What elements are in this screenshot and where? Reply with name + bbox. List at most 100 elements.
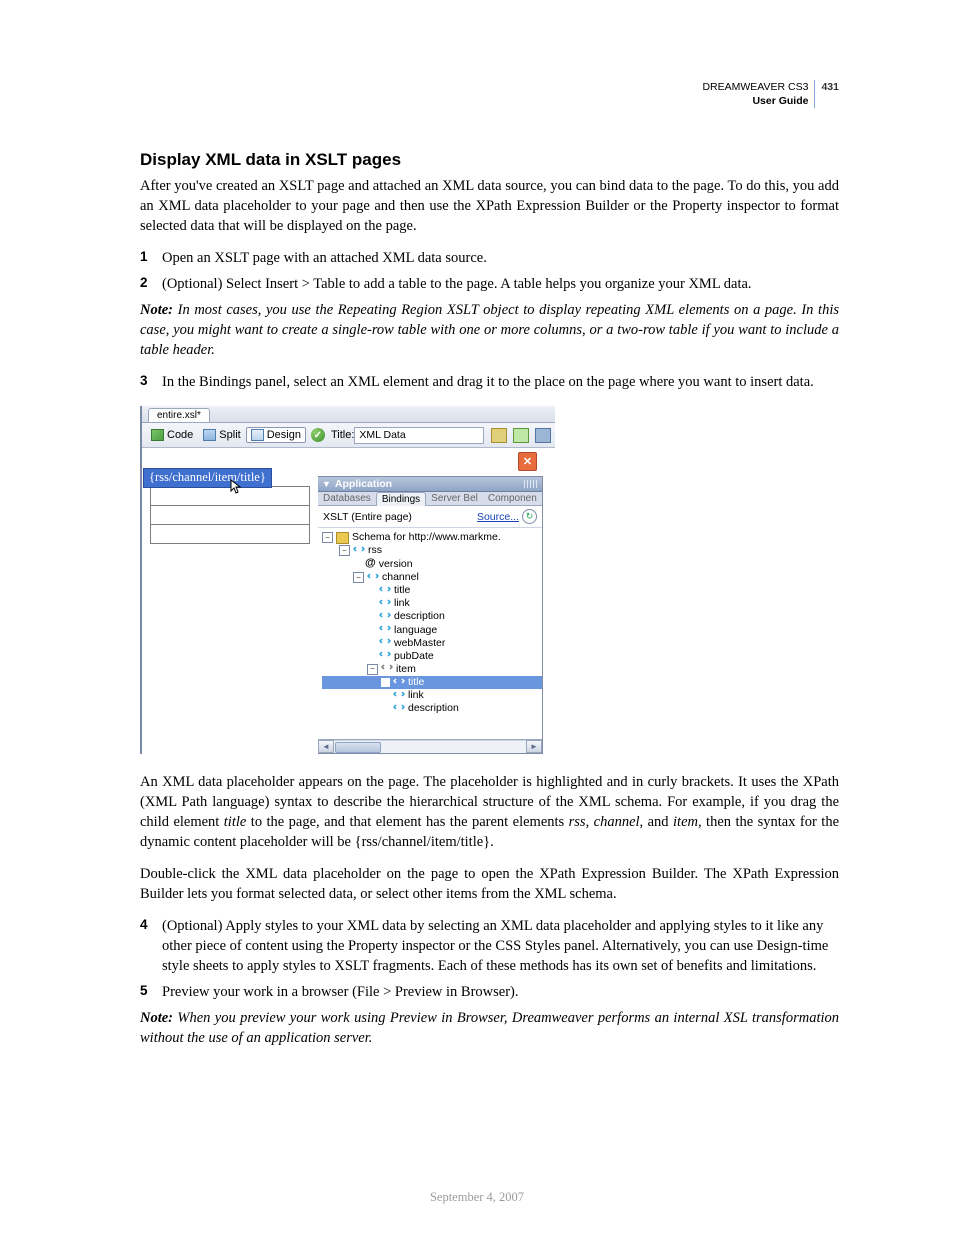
step-3: 3 In the Bindings panel, select an XML e…: [140, 372, 839, 392]
panel-scrollbar[interactable]: ◄ ►: [318, 739, 542, 753]
note-label: Note:: [140, 302, 173, 318]
tree-node-channel[interactable]: −channel: [322, 571, 542, 584]
step-number: 5: [140, 982, 152, 1002]
step-1: 1 Open an XSLT page with an attached XML…: [140, 248, 839, 268]
toolbar-icon[interactable]: [535, 428, 551, 443]
tree-node-link[interactable]: link: [322, 597, 542, 610]
step-body: Preview your work in a browser (File > P…: [162, 982, 839, 1002]
term-title: title: [224, 814, 247, 830]
tab-server-behaviors[interactable]: Server Bel: [426, 492, 483, 505]
schema-label: Schema for http://www.markme.: [352, 531, 501, 544]
note-2: Note: When you preview your work using P…: [140, 1008, 839, 1048]
note-label: Note:: [140, 1010, 173, 1026]
tree-node-language[interactable]: language: [322, 624, 542, 637]
tree-node-version[interactable]: @version: [322, 557, 542, 571]
tree-node-item-title[interactable]: title: [322, 676, 542, 689]
document-toolbar: Code Split Design ✓ Title: XML Data: [142, 423, 555, 448]
step-2: 2 (Optional) Select Insert > Table to ad…: [140, 274, 839, 294]
node-label: language: [394, 624, 437, 637]
element-icon: [367, 573, 379, 583]
header-separator: [814, 80, 815, 108]
intro-paragraph: After you've created an XSLT page and at…: [140, 176, 839, 236]
text-run: , and: [640, 814, 673, 830]
validate-icon[interactable]: ✓: [311, 428, 325, 442]
tree-node-description[interactable]: description: [322, 610, 542, 623]
collapse-icon: ▼: [322, 479, 331, 489]
node-label: title: [408, 676, 424, 689]
design-view-icon: [251, 429, 264, 441]
tab-components[interactable]: Componen: [483, 492, 542, 505]
split-view-button[interactable]: Split: [198, 427, 245, 443]
repeat-element-icon: [381, 664, 393, 674]
section-heading: Display XML data in XSLT pages: [140, 150, 839, 170]
code-view-button[interactable]: Code: [146, 427, 198, 443]
node-label: webMaster: [394, 637, 445, 650]
node-label: link: [408, 689, 424, 702]
element-icon: [393, 691, 405, 701]
scroll-track[interactable]: [334, 740, 526, 753]
tab-bindings[interactable]: Bindings: [376, 492, 426, 506]
toolbar-icon[interactable]: [491, 428, 507, 443]
xml-placeholder[interactable]: {rss/channel/item/title}: [143, 468, 272, 488]
tree-node-rss[interactable]: −rss: [322, 544, 542, 557]
source-link[interactable]: Source...: [477, 511, 519, 523]
step-body: Open an XSLT page with an attached XML d…: [162, 248, 839, 268]
tree-node-pubdate[interactable]: pubDate: [322, 650, 542, 663]
node-label: version: [379, 558, 413, 571]
node-label: item: [396, 663, 416, 676]
node-label: title: [394, 584, 410, 597]
tab-databases[interactable]: Databases: [318, 492, 376, 505]
code-view-icon: [151, 429, 164, 441]
design-canvas[interactable]: {rss/channel/item/title}: [142, 448, 318, 754]
attribute-icon: @: [365, 557, 376, 571]
binding-type-label: XSLT (Entire page): [323, 511, 412, 523]
panel-tabstrip: Databases Bindings Server Bel Componen: [318, 492, 542, 506]
element-icon: [379, 599, 391, 609]
refresh-icon[interactable]: ↻: [522, 509, 537, 524]
element-icon: [379, 625, 391, 635]
step-4: 4 (Optional) Apply styles to your XML da…: [140, 916, 839, 976]
node-label: description: [394, 610, 445, 623]
scroll-left-button[interactable]: ◄: [318, 740, 334, 753]
text-run: to the page, and that element has the pa…: [246, 814, 568, 830]
document-tab[interactable]: entire.xsl*: [148, 408, 210, 422]
cursor-icon: [230, 479, 242, 495]
design-view-button[interactable]: Design: [246, 427, 306, 443]
tree-node-item[interactable]: −item: [322, 663, 542, 676]
step-number: 3: [140, 372, 152, 392]
split-view-label: Split: [219, 429, 240, 441]
header-guide: User Guide: [702, 94, 808, 108]
app-screenshot: entire.xsl* Code Split Design ✓ Title: X…: [140, 406, 555, 754]
tree-node-webmaster[interactable]: webMaster: [322, 637, 542, 650]
panel-titlebar[interactable]: ▼ Application: [318, 477, 542, 492]
step-number: 2: [140, 274, 152, 294]
step-number: 4: [140, 916, 152, 976]
scroll-right-button[interactable]: ►: [526, 740, 542, 753]
document-tab-bar: entire.xsl*: [142, 406, 555, 423]
step-body: In the Bindings panel, select an XML ele…: [162, 372, 839, 392]
node-label: link: [394, 597, 410, 610]
close-button[interactable]: ✕: [518, 452, 537, 471]
footer-date: September 4, 2007: [0, 1190, 954, 1205]
page-number: 431: [821, 80, 839, 94]
toolbar-icon[interactable]: [513, 428, 529, 443]
panel-subheader: XSLT (Entire page) Source... ↻: [318, 506, 542, 528]
tree-root[interactable]: −Schema for http://www.markme.: [322, 531, 542, 544]
node-label: description: [408, 702, 459, 715]
tree-node-title[interactable]: title: [322, 584, 542, 597]
note-text: When you preview your work using Preview…: [140, 1010, 839, 1046]
scroll-thumb[interactable]: [335, 742, 381, 753]
step-body: (Optional) Select Insert > Table to add …: [162, 274, 839, 294]
page-header: DREAMWEAVER CS3 User Guide 431: [702, 80, 839, 108]
design-view-label: Design: [267, 429, 301, 441]
tree-node-item-link[interactable]: link: [322, 689, 542, 702]
tree-node-item-description[interactable]: description: [322, 702, 542, 715]
note-text: In most cases, you use the Repeating Reg…: [140, 302, 839, 358]
element-icon: [353, 546, 365, 556]
node-label: channel: [382, 571, 419, 584]
explanation-paragraph-1: An XML data placeholder appears on the p…: [140, 772, 839, 852]
panel-grip-icon: [524, 480, 538, 488]
title-value: XML Data: [359, 429, 405, 441]
title-input[interactable]: XML Data: [354, 427, 484, 444]
element-icon: [379, 638, 391, 648]
